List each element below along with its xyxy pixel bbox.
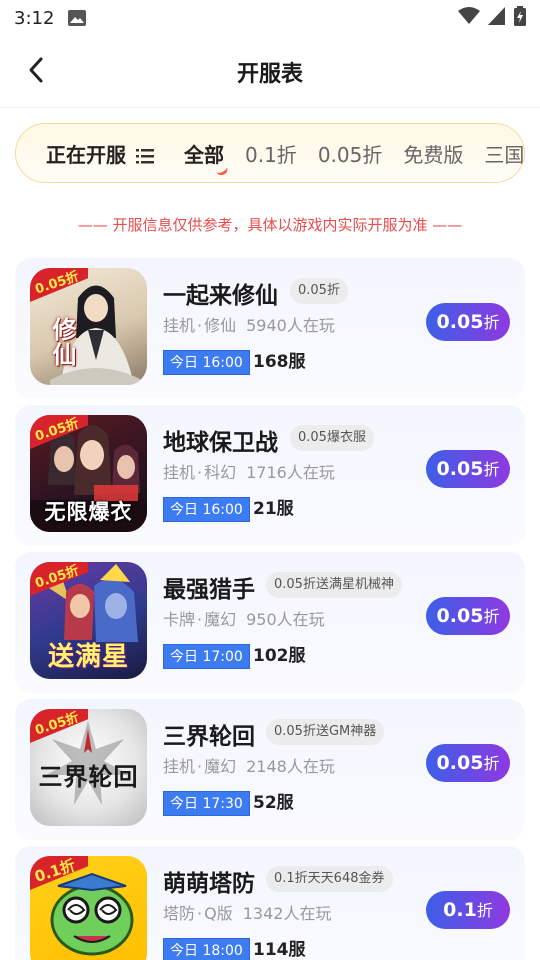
game-name: 最强猎手: [163, 577, 255, 603]
game-meta: 挂机 · 科幻 1716人在玩: [163, 459, 335, 483]
game-tag: 0.05折送满星机械神: [266, 572, 402, 598]
discount-button[interactable]: 0.1折: [426, 891, 510, 929]
server-card[interactable]: 0.05折 无限爆衣 地球保卫战 0.05爆衣服 挂机 · 科幻 1716人在玩 今日…: [15, 405, 525, 546]
wifi-icon: [458, 7, 480, 29]
open-time-badge: 今日 18:00: [163, 938, 250, 960]
discount-value: 0.05: [436, 458, 484, 480]
status-bar: 3:12: [0, 0, 540, 36]
server-number: 21服: [253, 499, 294, 519]
game-name: 萌萌塔防: [163, 871, 255, 897]
genre-secondary: 魔幻: [204, 610, 237, 629]
icon-caption: 无限爆衣: [44, 500, 133, 524]
tab-0.1-discount[interactable]: 0.1折: [245, 139, 297, 168]
player-count: 1342人在玩: [242, 904, 332, 923]
tab-all[interactable]: 全部: [184, 139, 230, 177]
tab-free-version[interactable]: 免费版: [403, 139, 463, 168]
server-card[interactable]: 0.05折 送满星 最强猎手 0.05折送满星机械神 卡牌 · 魔幻 950人在玩 今…: [15, 552, 525, 693]
genre-primary: 卡牌: [163, 610, 196, 629]
game-tag: 0.05折送GM神器: [266, 719, 385, 745]
server-card[interactable]: 0.1折 萌萌塔防 0.1折天天648金券 塔防 · Q版 1342人在玩 今日 18…: [15, 846, 525, 960]
genre-secondary: 魔幻: [204, 757, 237, 776]
list-icon: [136, 145, 154, 164]
tab-0.05-discount[interactable]: 0.05折: [318, 139, 383, 168]
open-time-badge: 今日 17:00: [163, 644, 250, 669]
game-meta: 挂机 · 修仙 5940人在玩: [163, 312, 335, 336]
server-card[interactable]: 0.05折 修仙 一起来修仙 0.05折 挂机 · 修仙 5940人在玩 今日 16:…: [15, 258, 525, 399]
player-count: 2148人在玩: [246, 757, 335, 776]
open-time-badge: 今日 16:00: [163, 350, 250, 375]
discount-button[interactable]: 0.05折: [426, 303, 510, 341]
game-name: 地球保卫战: [163, 430, 278, 456]
filter-tabs: 全部 0.1折 0.05折 免费版 三国: [166, 139, 524, 177]
genre-primary: 挂机: [163, 316, 196, 335]
game-meta: 挂机 · 魔幻 2148人在玩: [163, 753, 335, 777]
game-tag: 0.1折天天648金券: [266, 866, 393, 892]
chevron-left-icon: [26, 56, 46, 88]
discount-unit: 折: [476, 901, 493, 920]
open-time-badge: 今日 17:30: [163, 791, 250, 816]
server-card[interactable]: 0.05折 三界轮回 三界轮回 0.05折送GM神器 挂机 · 魔幻 2148人在玩 …: [15, 699, 525, 840]
genre-secondary: Q版: [204, 904, 233, 923]
game-icon-mengmengtafang[interactable]: 0.1折: [30, 856, 147, 960]
server-number: 114服: [253, 940, 306, 960]
discount-button[interactable]: 0.05折: [426, 744, 510, 782]
genre-primary: 挂机: [163, 757, 196, 776]
signal-icon: [488, 7, 506, 29]
game-icon-diqiubaoweizhan[interactable]: 0.05折 无限爆衣: [30, 415, 147, 532]
player-count: 1716人在玩: [246, 463, 335, 482]
player-count: 950人在玩: [246, 610, 325, 629]
game-name: 三界轮回: [163, 724, 255, 750]
discount-button[interactable]: 0.05折: [426, 450, 510, 488]
status-icons: [458, 6, 526, 30]
genre-primary: 塔防: [163, 904, 196, 923]
genre-primary: 挂机: [163, 463, 196, 482]
discount-unit: 折: [483, 313, 500, 332]
discount-unit: 折: [483, 607, 500, 626]
disclaimer-notice: —— 开服信息仅供参考，具体以游戏内实际开服为准 ——: [77, 216, 463, 234]
discount-value: 0.05: [436, 605, 484, 627]
discount-button[interactable]: 0.05折: [426, 597, 510, 635]
server-number: 52服: [253, 793, 294, 813]
discount-value: 0.1: [443, 899, 477, 921]
server-number: 102服: [253, 646, 306, 666]
page-title: 开服表: [236, 61, 303, 87]
filter-bar: 正在开服 全部 0.1折 0.05折 免费版 三国: [15, 123, 525, 183]
game-tag: 0.05爆衣服: [290, 425, 374, 451]
genre-secondary: 修仙: [204, 316, 237, 335]
game-icon-zuiqianglieshou[interactable]: 0.05折 送满星: [30, 562, 147, 679]
back-button[interactable]: [18, 54, 54, 90]
meta-separator: ·: [197, 610, 203, 629]
battery-icon: [514, 6, 526, 30]
meta-separator: ·: [197, 316, 203, 335]
game-icon-sanjielunhui[interactable]: 0.05折 三界轮回: [30, 709, 147, 826]
game-tag: 0.05折: [290, 278, 348, 304]
discount-value: 0.05: [436, 311, 484, 333]
discount-unit: 折: [483, 460, 500, 479]
server-number: 168服: [253, 352, 306, 372]
tab-three-kingdoms[interactable]: 三国: [484, 139, 524, 168]
game-name: 一起来修仙: [163, 283, 278, 309]
now-open-label: 正在开服: [46, 142, 126, 167]
app-header: 开服表: [0, 36, 540, 108]
game-meta: 卡牌 · 魔幻 950人在玩: [163, 606, 325, 630]
image-icon: [68, 10, 87, 26]
meta-separator: ·: [197, 463, 203, 482]
discount-value: 0.05: [436, 752, 484, 774]
player-count: 5940人在玩: [246, 316, 335, 335]
open-time-badge: 今日 16:00: [163, 497, 250, 522]
icon-caption: 送满星: [47, 642, 129, 672]
genre-secondary: 科幻: [204, 463, 237, 482]
game-icon-yiqilaixiuxian[interactable]: 0.05折 修仙: [30, 268, 147, 385]
game-meta: 塔防 · Q版 1342人在玩: [163, 900, 331, 924]
meta-separator: ·: [197, 757, 203, 776]
tab-all-label: 全部: [184, 142, 224, 167]
discount-unit: 折: [483, 754, 500, 773]
icon-caption: 三界轮回: [38, 763, 139, 791]
now-open-filter[interactable]: 正在开服: [16, 139, 166, 168]
meta-separator: ·: [197, 904, 203, 923]
status-time: 3:12: [14, 7, 55, 29]
icon-caption: 修仙: [48, 317, 76, 367]
